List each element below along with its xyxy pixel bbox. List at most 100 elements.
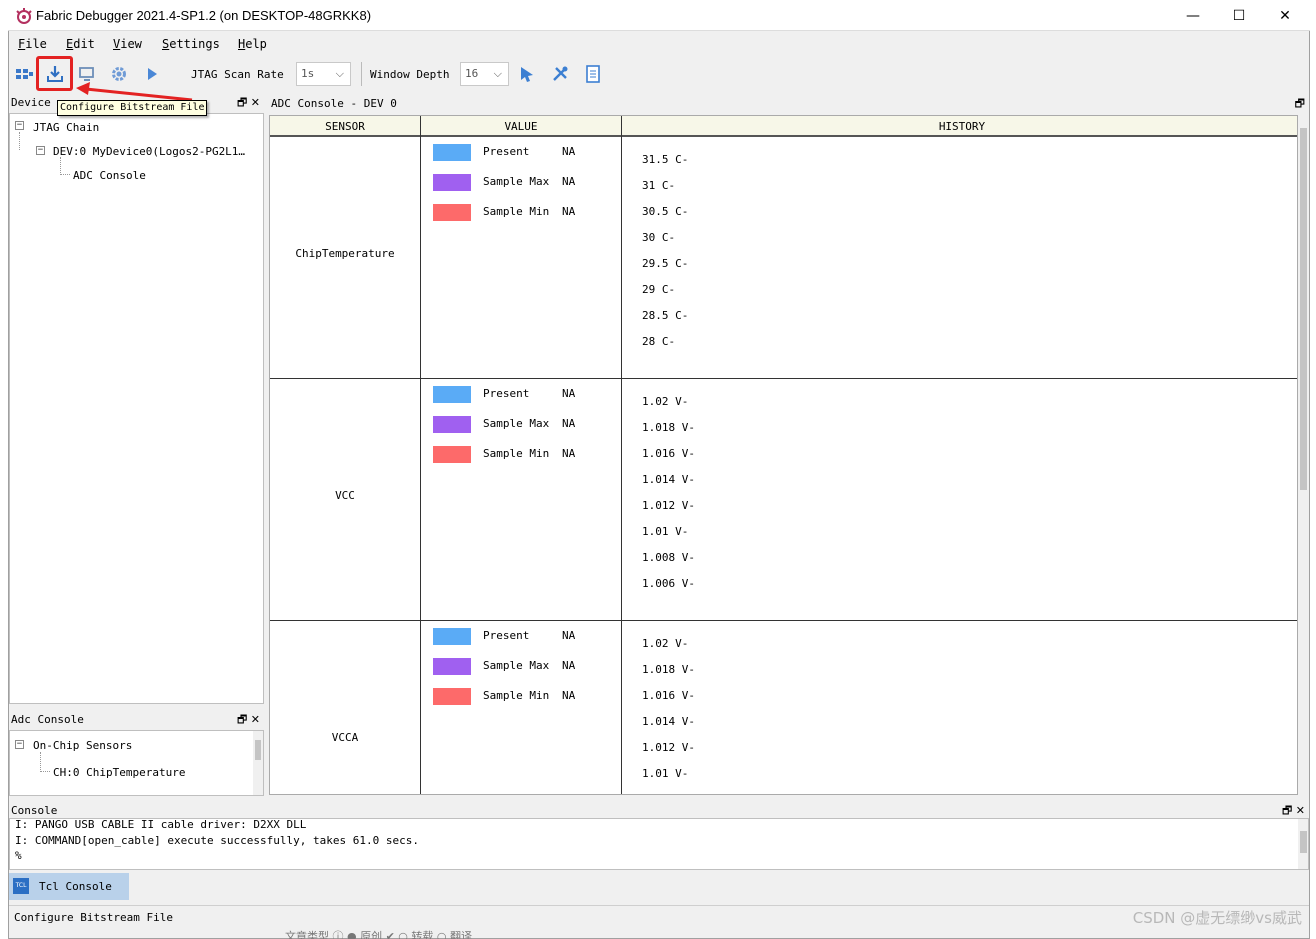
value-reading: NA: [562, 629, 576, 642]
history-tick: 1.016 V-: [642, 689, 695, 702]
app-logo-icon: [16, 8, 32, 24]
history-tick: 30.5 C-: [642, 205, 689, 218]
tree-item-chip-temperature[interactable]: CH:0 ChipTemperature: [53, 766, 185, 779]
collapse-icon[interactable]: −: [15, 121, 24, 130]
adc-panel-title: Adc Console: [11, 713, 84, 726]
adc-tree-scroll-thumb[interactable]: [255, 740, 261, 760]
adc-panel-header: Adc Console 🗗 ✕: [9, 711, 264, 729]
pointer-icon[interactable]: [517, 64, 537, 84]
adc-console-header: ADC Console - DEV 0 🗗: [269, 95, 1309, 113]
value-label: Present: [483, 145, 530, 158]
adc-table-scroll-thumb[interactable]: [1300, 128, 1307, 490]
collapse-icon[interactable]: −: [36, 146, 45, 155]
sample-min-swatch: [433, 688, 471, 705]
column-header-history: HISTORY: [622, 116, 1297, 137]
status-text: Configure Bitstream File: [14, 911, 173, 924]
history-tick: 1.012 V-: [642, 499, 695, 512]
history-tick: 28.5 C-: [642, 309, 689, 322]
history-tick: 31 C-: [642, 179, 676, 192]
history-tick: 1.016 V-: [642, 447, 695, 460]
console-scroll-thumb[interactable]: [1300, 831, 1307, 853]
history-tick: 1.018 V-: [642, 663, 695, 676]
collapse-icon[interactable]: −: [15, 740, 24, 749]
history-tick: 1.014 V-: [642, 473, 695, 486]
history-tick: 1.02 V-: [642, 395, 689, 408]
scan-rate-label: JTAG Scan Rate: [191, 68, 284, 81]
tooltip: Configure Bitstream File: [57, 100, 207, 116]
watermark: CSDN @虚无缥缈vs威武: [1132, 909, 1302, 927]
present-swatch: [433, 144, 471, 161]
tree-item-jtag-chain[interactable]: JTAG Chain: [33, 121, 99, 134]
window-depth-label: Window Depth: [370, 68, 450, 81]
value-label: Sample Max: [483, 175, 550, 188]
sample-max-swatch: [433, 658, 471, 675]
menu-view[interactable]: View: [113, 37, 142, 51]
console-line: I: PANGO USB CABLE II cable driver: D2XX…: [15, 818, 307, 831]
history-tick: 30 C-: [642, 231, 676, 244]
device-panel-title: Device: [11, 96, 51, 109]
history-tick: 29.5 C-: [642, 257, 689, 270]
tools-icon[interactable]: [550, 64, 570, 84]
highlight-box: [36, 56, 73, 91]
tree-line: [19, 132, 20, 150]
value-label: Sample Max: [483, 659, 550, 672]
console-title: Console: [11, 804, 58, 817]
menu-settings[interactable]: Settings: [162, 37, 220, 51]
scan-rate-select[interactable]: 1s ⌵: [296, 62, 351, 86]
tree-line: [60, 157, 70, 175]
tab-tcl-console[interactable]: TCL Tcl Console: [9, 873, 129, 900]
history-tick: 31.5 C-: [642, 153, 689, 166]
maximize-button[interactable]: ☐: [1217, 4, 1261, 28]
menu-file[interactable]: File: [18, 37, 47, 51]
sensor-name: VCCA: [331, 731, 359, 744]
value-reading: NA: [562, 145, 576, 158]
value-reading: NA: [562, 205, 576, 218]
window-depth-select[interactable]: 16 ⌵: [460, 62, 509, 86]
sensor-name: VCC: [335, 489, 355, 502]
history-tick: 1.014 V-: [642, 715, 695, 728]
history-tick: 29 C-: [642, 283, 676, 296]
jtag-chain-icon[interactable]: [14, 64, 34, 84]
tree-item-device[interactable]: DEV:0 MyDevice0(Logos2-PG2L1…: [53, 145, 261, 158]
present-swatch: [433, 628, 471, 645]
tree-item-on-chip-sensors[interactable]: On-Chip Sensors: [33, 739, 132, 752]
adc-console-title: ADC Console - DEV 0: [271, 97, 397, 110]
tab-tcl-label: Tcl Console: [39, 880, 112, 893]
sample-min-swatch: [433, 204, 471, 221]
present-swatch: [433, 386, 471, 403]
value-reading: NA: [562, 175, 576, 188]
sample-min-swatch: [433, 446, 471, 463]
column-header-sensor: SENSOR: [270, 116, 420, 137]
history-tick: 1.006 V-: [642, 577, 695, 590]
history-tick: 1.018 V-: [642, 421, 695, 434]
value-reading: NA: [562, 689, 576, 702]
panel-float-close-icons[interactable]: 🗗 ✕: [237, 94, 260, 112]
value-reading: NA: [562, 387, 576, 400]
value-reading: NA: [562, 659, 576, 672]
tree-item-adc-console[interactable]: ADC Console: [73, 169, 146, 182]
history-tick: 1.02 V-: [642, 637, 689, 650]
row-divider: [270, 378, 1297, 379]
document-icon[interactable]: [583, 64, 603, 84]
minimize-button[interactable]: —: [1171, 4, 1215, 28]
value-label: Sample Min: [483, 689, 550, 702]
panel-float-close-icons[interactable]: 🗗 ✕: [237, 711, 260, 729]
panel-float-icon[interactable]: 🗗: [1295, 95, 1305, 113]
close-button[interactable]: ✕: [1263, 4, 1307, 28]
value-reading: NA: [562, 447, 576, 460]
adc-sensor-table: SENSOR VALUE HISTORY ChipTemperature Pre…: [269, 115, 1298, 795]
sensor-name: ChipTemperature: [295, 247, 395, 260]
column-header-value: VALUE: [421, 116, 621, 137]
toolbar-separator: [361, 62, 362, 86]
history-tick: 1.01 V-: [642, 525, 689, 538]
row-divider: [270, 620, 1297, 621]
tree-line: [40, 752, 50, 772]
history-tick: 1.012 V-: [642, 741, 695, 754]
window-title: Fabric Debugger 2021.4-SP1.2 (on DESKTOP…: [36, 8, 372, 23]
console-line: I: COMMAND[open_cable] execute successfu…: [15, 834, 419, 847]
menu-help[interactable]: Help: [238, 37, 267, 51]
menu-edit[interactable]: Edit: [66, 37, 95, 51]
column-divider: [621, 116, 622, 794]
value-label: Present: [483, 387, 530, 400]
console-output[interactable]: I: PANGO USB CABLE II cable driver: D2XX…: [9, 818, 1309, 870]
